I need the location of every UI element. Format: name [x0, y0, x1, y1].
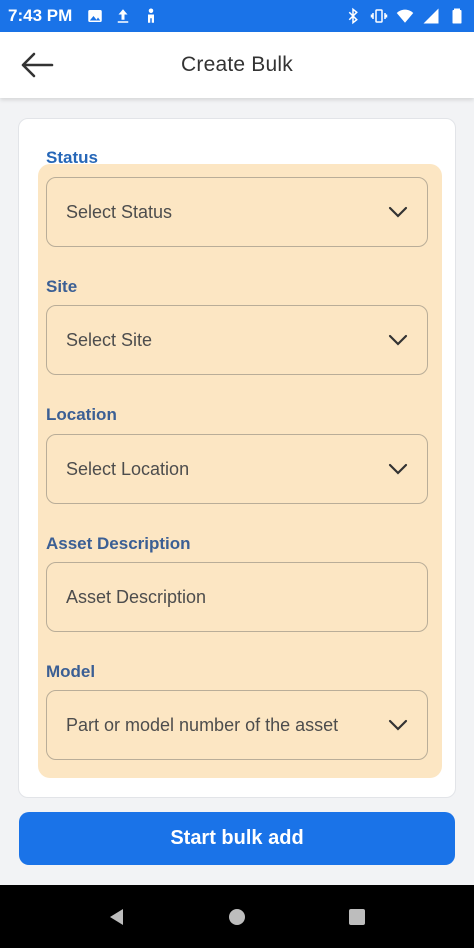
home-circle-icon[interactable]: [227, 907, 247, 927]
model-select-value: Part or model number of the asset: [66, 714, 339, 735]
model-label: Model: [46, 662, 96, 681]
asset-description-placeholder: Asset Description: [66, 586, 207, 607]
wifi-icon: [396, 9, 414, 23]
system-nav-bar: [0, 885, 474, 948]
app-bar: Create Bulk: [0, 32, 474, 98]
accessibility-icon: [148, 8, 155, 23]
back-triangle-icon[interactable]: [107, 907, 127, 927]
status-left-icons: [86, 7, 160, 25]
site-select-value: Select Site: [66, 329, 153, 350]
location-select-value: Select Location: [66, 458, 190, 479]
start-bulk-add-button[interactable]: Start bulk add: [19, 812, 455, 865]
upload-icon: [118, 9, 129, 23]
chevron-down-icon: [388, 719, 408, 731]
status-select[interactable]: Select Status: [46, 177, 428, 247]
model-select[interactable]: Part or model number of the asset: [46, 690, 428, 760]
status-right-icons: [344, 7, 466, 25]
location-select[interactable]: Select Location: [46, 434, 428, 504]
chevron-down-icon: [388, 206, 408, 218]
recents-square-icon[interactable]: [347, 907, 367, 927]
status-select-value: Select Status: [66, 201, 173, 222]
site-select[interactable]: Select Site: [46, 305, 428, 375]
asset-description-input[interactable]: Asset Description: [46, 562, 428, 632]
image-icon: [88, 10, 102, 22]
asset-description-label: Asset Description: [46, 534, 191, 553]
battery-icon: [452, 8, 462, 24]
site-label: Site: [46, 277, 78, 296]
status-bar: 7:43 PM: [0, 0, 474, 32]
vibrate-icon: [370, 9, 388, 23]
chevron-down-icon: [388, 463, 408, 475]
chevron-down-icon: [388, 334, 408, 346]
location-label: Location: [46, 405, 117, 424]
page-title: Create Bulk: [181, 53, 293, 76]
signal-icon: [423, 8, 439, 24]
status-label: Status: [46, 148, 98, 167]
bluetooth-icon: [348, 7, 358, 25]
status-time: 7:43 PM: [8, 6, 73, 25]
